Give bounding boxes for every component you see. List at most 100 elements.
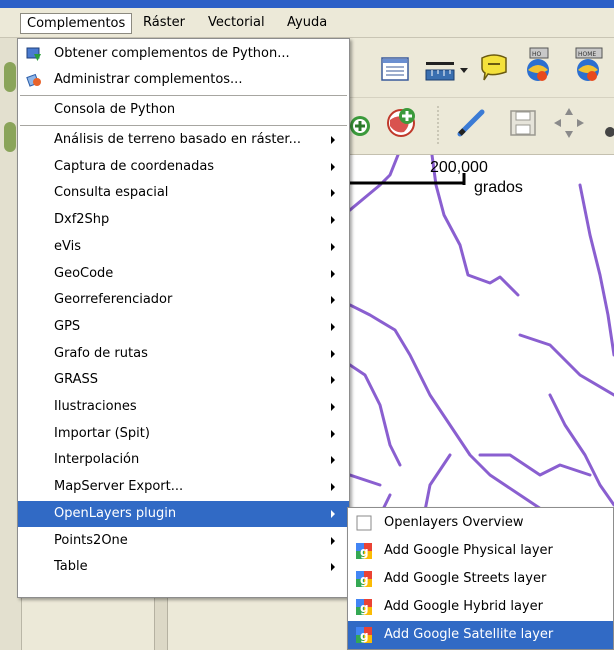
toolbar-handle[interactable]: [4, 122, 16, 152]
map-road-line: [518, 333, 614, 397]
save-edits-icon[interactable]: [508, 108, 538, 138]
python-download-icon: [26, 47, 41, 61]
menu-item-grafo-de-rutas[interactable]: Grafo de rutas: [18, 341, 349, 367]
submenu-arrow-icon: [331, 136, 335, 144]
window-titlebar: [0, 0, 614, 8]
submenu-arrow-icon: [331, 243, 335, 251]
menu-item-label: Interpolación: [54, 452, 140, 467]
complementos-dropdown: Obtener complementos de Python... Admini…: [17, 38, 350, 598]
submenu-item-google-hybrid[interactable]: g Add Google Hybrid layer: [348, 593, 613, 621]
menu-ayuda[interactable]: Ayuda: [281, 13, 333, 34]
submenu-arrow-icon: [331, 323, 335, 331]
menu-item-manage-plugins[interactable]: Administrar complementos...: [18, 67, 349, 93]
google-icon: g: [356, 599, 372, 615]
menu-item-interpolacion[interactable]: Interpolación: [18, 447, 349, 473]
plugin-manager-icon: [26, 73, 41, 87]
openlayers-home-icon[interactable]: HOME: [568, 46, 608, 86]
submenu-item-google-streets[interactable]: g Add Google Streets layer: [348, 565, 613, 593]
menu-item-gps[interactable]: GPS: [18, 314, 349, 340]
menu-item-dxf2shp[interactable]: Dxf2Shp: [18, 207, 349, 233]
map-road-line: [350, 473, 382, 487]
submenu-arrow-icon: [331, 510, 335, 518]
menu-item-analisis-de-terreno-basado-en-raster[interactable]: Análisis de terreno basado en ráster...: [18, 127, 349, 153]
submenu-arrow-icon: [331, 270, 335, 278]
move-feature-icon[interactable]: [552, 106, 586, 140]
menu-item-label: Consulta espacial: [54, 185, 169, 200]
menu-item-label: Importar (Spit): [54, 426, 150, 441]
menu-raster[interactable]: Ráster: [137, 13, 191, 34]
submenu-item-label: Openlayers Overview: [384, 515, 524, 530]
menu-item-evis[interactable]: eVis: [18, 234, 349, 260]
menu-item-openlayers-plugin[interactable]: OpenLayers plugin: [18, 501, 349, 527]
map-canvas[interactable]: 200,000 grados: [350, 155, 614, 536]
menu-complementos[interactable]: Complementos: [20, 13, 133, 34]
menu-item-georreferenciador[interactable]: Georreferenciador: [18, 287, 349, 313]
menu-item-label: MapServer Export...: [54, 479, 184, 494]
menu-vectorial[interactable]: Vectorial: [202, 13, 271, 34]
menu-item-label: Ilustraciones: [54, 399, 137, 414]
node-tool-icon[interactable]: [598, 114, 614, 140]
menu-item-importar-spit[interactable]: Importar (Spit): [18, 421, 349, 447]
submenu-arrow-icon: [331, 483, 335, 491]
svg-text:g: g: [360, 573, 369, 587]
toolbar-handle[interactable]: [4, 62, 16, 92]
menu-item-label: GRASS: [54, 372, 98, 387]
scale-bar-unit: grados: [474, 179, 523, 196]
submenu-item-label: Add Google Streets layer: [384, 571, 547, 586]
svg-text:g: g: [360, 545, 369, 559]
google-icon: g: [356, 571, 372, 587]
map-road-line: [548, 393, 614, 507]
menu-separator: [20, 125, 347, 126]
google-icon: g: [356, 627, 372, 643]
submenu-arrow-icon: [331, 163, 335, 171]
menu-item-captura-de-coordenadas[interactable]: Captura de coordenadas: [18, 154, 349, 180]
menu-item-label: GPS: [54, 319, 81, 334]
menu-item-label: Georreferenciador: [54, 292, 173, 307]
submenu-arrow-icon: [331, 189, 335, 197]
submenu-arrow-icon: [331, 456, 335, 464]
measure-icon[interactable]: [424, 52, 470, 84]
menu-item-python-console[interactable]: Consola de Python: [18, 97, 349, 123]
menu-item-points2one[interactable]: Points2One: [18, 528, 349, 554]
add-wms-layer-icon[interactable]: [384, 106, 418, 140]
submenu-arrow-icon: [331, 403, 335, 411]
submenu-item-openlayers-overview[interactable]: Openlayers Overview: [348, 509, 613, 537]
menu-item-get-python-plugins[interactable]: Obtener complementos de Python...: [18, 41, 349, 67]
menu-item-label: Dxf2Shp: [54, 212, 110, 227]
menu-item-table[interactable]: Table: [18, 554, 349, 580]
toolbar-edit: [350, 98, 614, 155]
add-layer-icon[interactable]: [350, 108, 376, 138]
toggle-editing-icon[interactable]: [454, 106, 488, 140]
menu-item-label: GeoCode: [54, 266, 114, 281]
menu-item-mapserver-export[interactable]: MapServer Export...: [18, 474, 349, 500]
menu-item-label: Consola de Python: [54, 102, 176, 117]
openlayers-home-icon[interactable]: HO: [520, 46, 558, 86]
menu-item-consulta-espacial[interactable]: Consulta espacial: [18, 180, 349, 206]
menu-item-label: Table: [54, 559, 88, 574]
menu-item-ilustraciones[interactable]: Ilustraciones: [18, 394, 349, 420]
svg-text:HOME: HOME: [578, 51, 596, 58]
menu-item-label: eVis: [54, 239, 81, 254]
attribute-table-icon[interactable]: [380, 56, 410, 82]
submenu-arrow-icon: [331, 430, 335, 438]
submenu-arrow-icon: [331, 537, 335, 545]
submenu-item-label: Add Google Satellite layer: [384, 627, 554, 642]
submenu-item-google-satellite[interactable]: g Add Google Satellite layer: [348, 621, 613, 649]
map-road-line: [578, 183, 614, 357]
submenu-item-label: Add Google Physical layer: [384, 543, 553, 558]
submenu-arrow-icon: [331, 296, 335, 304]
submenu-arrow-icon: [331, 376, 335, 384]
menu-item-label: Captura de coordenadas: [54, 159, 215, 174]
submenu-item-label: Add Google Hybrid layer: [384, 599, 543, 614]
menu-item-grass[interactable]: GRASS: [18, 367, 349, 393]
map-tips-icon[interactable]: [478, 52, 510, 84]
toolbar-top: HO HOME: [350, 38, 614, 98]
map-road-line: [478, 453, 592, 477]
menu-separator: [20, 95, 347, 96]
submenu-item-google-physical[interactable]: g Add Google Physical layer: [348, 537, 613, 565]
menu-item-geocode[interactable]: GeoCode: [18, 261, 349, 287]
menu-item-label: OpenLayers plugin: [54, 506, 177, 521]
menu-item-label: Grafo de rutas: [54, 346, 148, 361]
checkbox-icon: [356, 515, 372, 531]
map-road-line: [350, 363, 402, 467]
